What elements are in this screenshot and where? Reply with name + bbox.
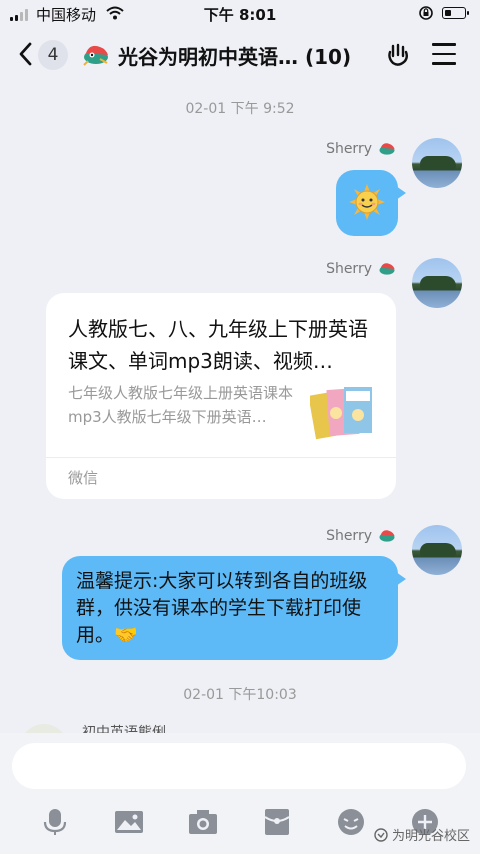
status-bar: 中国移动 下午 8:01 — [0, 0, 480, 28]
sender-badge-icon — [379, 143, 395, 155]
image-icon[interactable] — [114, 807, 144, 837]
emoji-message-bubble[interactable] — [336, 170, 406, 236]
message-text: 温馨提示:大家可以转到各自的班级群，供没有课本的学生下载打印使用。🤝 — [76, 570, 368, 646]
card-thumbnail — [310, 387, 372, 440]
camera-icon[interactable] — [188, 807, 218, 837]
emoji-icon[interactable] — [336, 807, 366, 837]
group-members-icon[interactable] — [384, 40, 412, 68]
composer: 为明光谷校区 — [0, 733, 480, 854]
group-logo-icon — [83, 45, 108, 66]
message-input[interactable] — [12, 743, 466, 789]
battery-icon — [442, 7, 469, 19]
sender-badge-icon — [379, 263, 395, 275]
card-title: 人教版七、八、九年级上下册英语课文、单词mp3朗读、视频… — [68, 317, 368, 373]
microphone-icon[interactable] — [40, 807, 70, 837]
sender-name: Sherry — [326, 259, 398, 279]
chat-title[interactable]: 光谷为明初中英语… (10) — [118, 41, 351, 70]
avatar[interactable] — [412, 525, 462, 575]
card-description: 七年级人教版七年级上册英语课本mp3人教版七年级下册英语… — [68, 384, 294, 426]
rotation-lock-icon — [419, 6, 433, 20]
shared-link-card[interactable]: 人教版七、八、九年级上下册英语课文、单词mp3朗读、视频… 七年级人教版七年级上… — [46, 293, 396, 499]
back-icon[interactable] — [16, 40, 36, 68]
sender-badge-icon — [379, 530, 395, 542]
sender-name: Sherry — [326, 526, 398, 546]
member-count: (10) — [304, 45, 352, 69]
time-divider: 02-01 下午 9:52 — [185, 101, 295, 117]
menu-icon[interactable] — [432, 43, 456, 65]
chat-header: 4 光谷为明初中英语… (10) — [0, 28, 480, 82]
card-source: 微信 — [46, 457, 396, 499]
status-time: 下午 8:01 — [203, 6, 277, 24]
time-divider: 02-01 下午10:03 — [183, 687, 297, 703]
avatar[interactable] — [412, 258, 462, 308]
red-packet-icon[interactable] — [262, 807, 292, 837]
avatar[interactable] — [412, 138, 462, 188]
text-message-bubble[interactable]: 温馨提示:大家可以转到各自的班级群，供没有课本的学生下载打印使用。🤝 — [62, 556, 406, 660]
group-name: 光谷为明初中英语… — [118, 45, 298, 69]
watermark: 为明光谷校区 — [374, 825, 470, 844]
sender-name: Sherry — [326, 139, 398, 159]
sun-smile-emoji-icon — [349, 184, 385, 220]
wechat-channel-icon — [374, 827, 388, 842]
unread-count-badge[interactable]: 4 — [38, 40, 68, 70]
